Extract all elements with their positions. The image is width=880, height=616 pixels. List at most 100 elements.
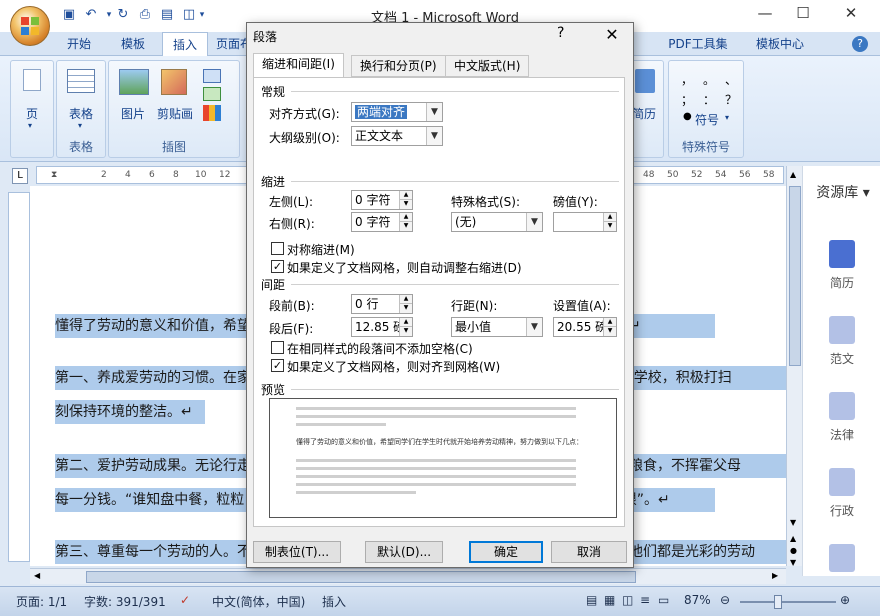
symbol-colon[interactable]: ： [703, 91, 715, 108]
symbol-period[interactable]: 。 [703, 71, 715, 88]
line-spacing-select[interactable]: 最小值 ▼ [451, 317, 543, 337]
page-button-label[interactable]: 页 [11, 105, 53, 122]
tab-insert[interactable]: 插入 [162, 32, 208, 56]
chart-icon[interactable] [203, 105, 221, 121]
print-icon[interactable]: ⎙ [136, 7, 154, 23]
clipart-icon[interactable] [161, 69, 187, 95]
zoom-level[interactable]: 87% [684, 593, 711, 607]
status-words[interactable]: 字数: 391/391 [84, 593, 166, 610]
prev-page-icon[interactable]: ▲ [790, 534, 796, 543]
page-icon[interactable] [23, 69, 41, 91]
tab-indents-spacing[interactable]: 缩进和间距(I) [253, 53, 344, 78]
snap-to-grid-checkbox[interactable]: ✓ [271, 359, 284, 372]
indent-by-spinner[interactable]: ▲ ▼ [553, 212, 617, 232]
resume-icon[interactable] [635, 69, 655, 93]
resource-item-resume[interactable]: 简历 [803, 240, 880, 291]
view-web-icon[interactable]: ◫ [622, 593, 633, 607]
zoom-out-icon[interactable]: ⊖ [720, 593, 730, 607]
spin-down-icon[interactable]: ▼ [399, 222, 412, 231]
tab-templates[interactable]: 模板 [110, 32, 156, 56]
spin-down-icon[interactable]: ▼ [603, 222, 616, 231]
save-icon[interactable]: ▣ [60, 7, 78, 23]
redo-icon[interactable]: ↻ [114, 7, 132, 23]
dialog-close-icon[interactable]: ✕ [597, 23, 627, 47]
vertical-ruler[interactable] [8, 192, 30, 562]
spin-up-icon[interactable]: ▲ [399, 191, 412, 200]
proofing-icon[interactable]: ✓ [180, 593, 190, 607]
table-icon[interactable] [67, 69, 95, 93]
indent-marker-icon[interactable]: ⧗ [51, 170, 57, 180]
spin-up-icon[interactable]: ▲ [603, 318, 616, 327]
scroll-left-icon[interactable]: ◀ [34, 571, 40, 580]
symbol-comma[interactable]: ， [681, 71, 693, 88]
zoom-in-icon[interactable]: ⊕ [840, 593, 850, 607]
close-window-icon[interactable]: ✕ [836, 4, 866, 26]
vertical-scrollbar[interactable]: ▲ ▼ ▲ ● ▼ [786, 166, 802, 567]
shapes-icon[interactable] [203, 69, 221, 83]
next-page-icon[interactable]: ▼ [790, 558, 796, 567]
indent-left-spinner[interactable]: 0 字符 ▲ ▼ [351, 190, 413, 210]
help-icon[interactable]: ? [852, 36, 868, 52]
tab-pdf-tools[interactable]: PDF工具集 [660, 32, 736, 56]
undo-icon[interactable]: ↶ [82, 7, 100, 23]
spacing-before-spinner[interactable]: 0 行 ▲ ▼ [351, 294, 413, 314]
spin-up-icon[interactable]: ▲ [603, 213, 616, 222]
resource-panel-title[interactable]: 资源库 ▾ [805, 182, 880, 202]
picture-button-label[interactable]: 图片 [113, 105, 153, 122]
spin-down-icon[interactable]: ▼ [399, 200, 412, 209]
outline-level-select[interactable]: 正文文本 ▼ [351, 126, 443, 146]
scroll-down-icon[interactable]: ▼ [790, 518, 796, 527]
spin-up-icon[interactable]: ▲ [399, 213, 412, 222]
no-space-same-style-checkbox[interactable] [271, 341, 284, 354]
tab-selector[interactable]: L [12, 168, 28, 184]
horizontal-scroll-thumb[interactable] [86, 571, 636, 583]
doc-line[interactable]: 刻保持环境的整洁。↵ [55, 400, 205, 424]
resource-item-law[interactable]: 法律 [803, 392, 880, 443]
dialog-help-icon[interactable]: ? [557, 25, 564, 41]
table-dropdown-icon[interactable]: ▾ [78, 121, 82, 130]
select-browse-icon[interactable]: ● [790, 546, 797, 555]
scroll-right-icon[interactable]: ▶ [772, 571, 778, 580]
tab-asian-typography[interactable]: 中文版式(H) [445, 55, 530, 77]
status-language[interactable]: 中文(简体，中国) [212, 593, 305, 610]
symbol-question[interactable]: ？ [725, 91, 737, 108]
special-indent-select[interactable]: (无) ▼ [451, 212, 543, 232]
preview-icon[interactable]: ▤ [158, 7, 176, 23]
alignment-select[interactable]: 两端对齐 ▼ [351, 102, 443, 122]
resource-item-admin[interactable]: 行政 [803, 468, 880, 519]
vertical-scroll-thumb[interactable] [789, 186, 801, 366]
spin-down-icon[interactable]: ▼ [399, 304, 412, 313]
tab-line-page-breaks[interactable]: 换行和分页(P) [351, 55, 446, 77]
spacing-at-spinner[interactable]: 20.55 磅 ▲ ▼ [553, 317, 617, 337]
resource-item-essay[interactable]: 范文 [803, 316, 880, 367]
symbol-button-label[interactable]: 符号 [695, 111, 719, 128]
page-dropdown-icon[interactable]: ▾ [28, 121, 32, 130]
tab-home[interactable]: 开始 [56, 32, 102, 56]
cancel-button[interactable]: 取消 [551, 541, 627, 563]
mirror-indent-checkbox[interactable] [271, 242, 284, 255]
picture-icon[interactable] [119, 69, 149, 95]
tabs-button[interactable]: 制表位(T)... [253, 541, 341, 563]
customize-quick-access-icon[interactable]: ▾ [193, 10, 211, 26]
spin-up-icon[interactable]: ▲ [399, 318, 412, 327]
view-print-layout-icon[interactable]: ▤ [586, 593, 597, 607]
view-full-screen-icon[interactable]: ▦ [604, 593, 615, 607]
zoom-slider[interactable] [740, 601, 836, 603]
view-draft-icon[interactable]: ▭ [658, 593, 669, 607]
status-insert-mode[interactable]: 插入 [322, 593, 346, 610]
resource-item-education[interactable]: 教育 [803, 544, 880, 574]
tab-template-center[interactable]: 模板中心 [748, 32, 812, 56]
minimize-icon[interactable]: — [750, 4, 780, 26]
zoom-slider-thumb[interactable] [774, 595, 782, 609]
spacing-after-spinner[interactable]: 12.85 磅 ▲ ▼ [351, 317, 413, 337]
clipart-button-label[interactable]: 剪贴画 [153, 105, 197, 122]
symbol-dropdown-icon[interactable]: ▾ [725, 113, 729, 122]
spin-up-icon[interactable]: ▲ [399, 295, 412, 304]
view-outline-icon[interactable]: ≡ [640, 593, 650, 607]
office-button[interactable] [10, 6, 50, 46]
maximize-icon[interactable]: ☐ [788, 4, 818, 26]
smartart-icon[interactable] [203, 87, 221, 101]
symbol-enumeration[interactable]: 、 [725, 71, 737, 88]
indent-right-spinner[interactable]: 0 字符 ▲ ▼ [351, 212, 413, 232]
ok-button[interactable]: 确定 [469, 541, 543, 563]
